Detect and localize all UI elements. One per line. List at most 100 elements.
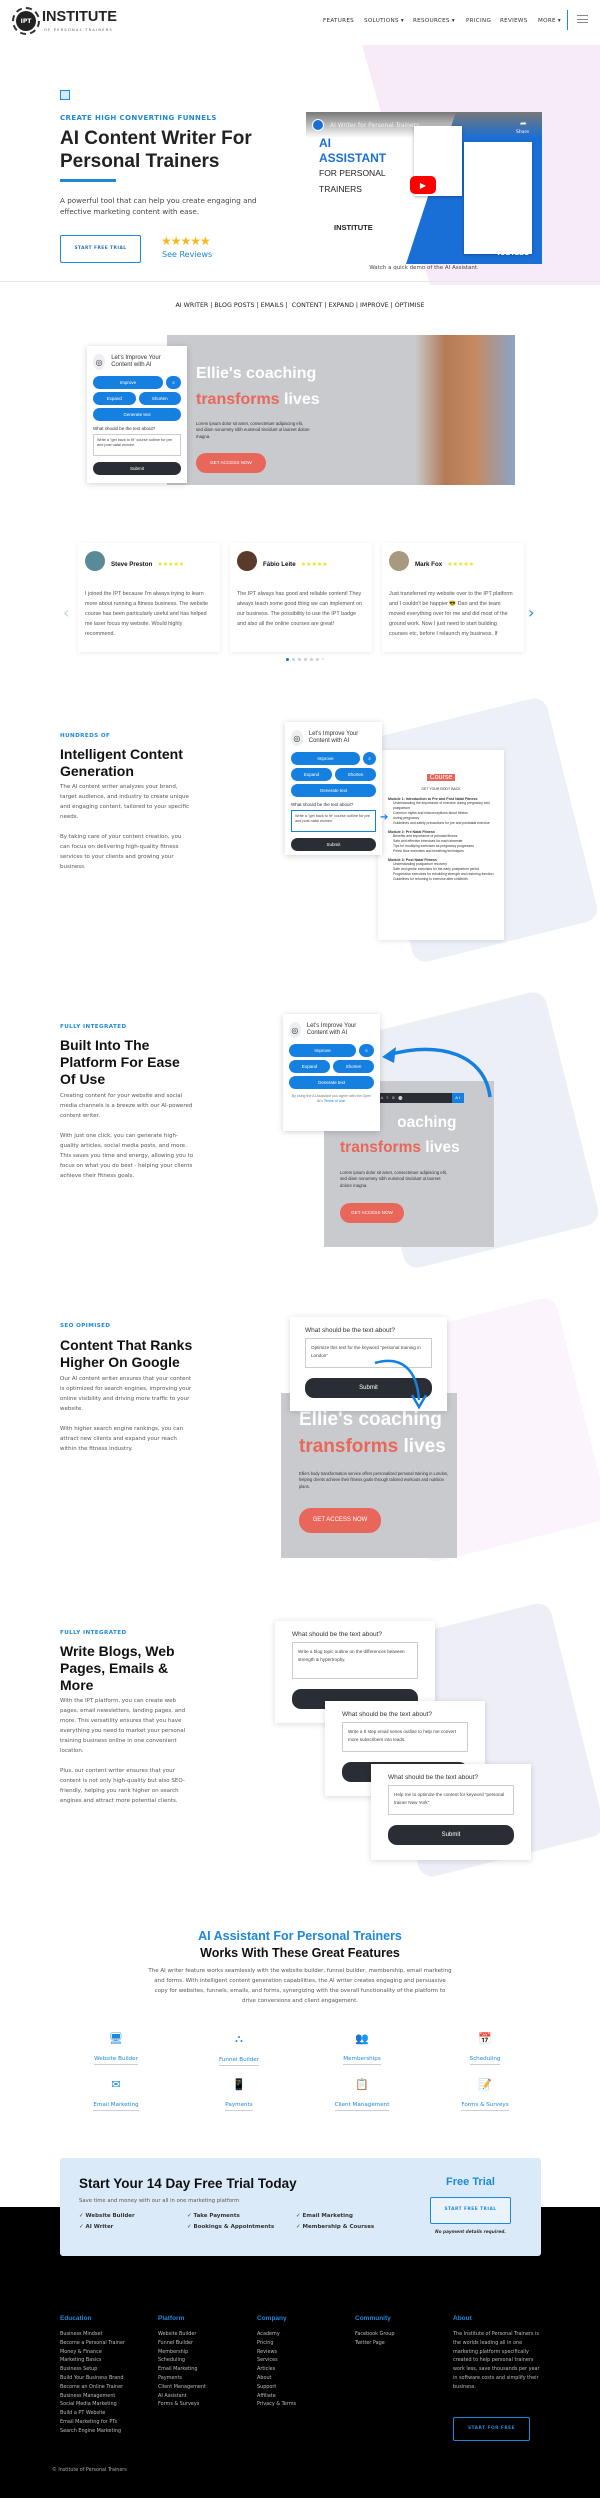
feature-link[interactable]: 👥 Memberships [312, 2032, 412, 2065]
cta-start-free-trial-button[interactable]: START FREE TRIAL [430, 2197, 511, 2224]
feature-link[interactable]: 📋 Client Management [312, 2078, 412, 2111]
cta-box: Start Your 14 Day Free Trial Today Save … [60, 2158, 541, 2256]
features-title-blue: AI Assistant For Personal Trainers [198, 1929, 402, 1943]
footer-link[interactable]: Support [257, 2383, 296, 2392]
footer-link[interactable]: Marketing Basics [60, 2356, 125, 2365]
feature-label: Scheduling [469, 2056, 501, 2065]
expand-button[interactable]: Expand [289, 1060, 330, 1073]
list-icon[interactable]: ≡ [359, 1044, 374, 1057]
prompt-input[interactable]: Write a "get back to fit" course outline… [291, 810, 376, 832]
see-reviews-link[interactable]: See Reviews [162, 250, 212, 259]
expand-button[interactable]: Expand [93, 392, 136, 405]
feature-link[interactable]: ⛬ Funnel Builder [189, 2032, 289, 2066]
footer-link[interactable]: Social Media Marketing [60, 2400, 125, 2409]
generate-text-button[interactable]: Generate text [289, 1076, 374, 1089]
footer-link[interactable]: Email Marketing [158, 2365, 206, 2374]
shorten-button[interactable]: Shorten [138, 392, 181, 405]
improve-button[interactable]: Improve [291, 752, 360, 765]
expand-button[interactable]: Expand [291, 768, 332, 781]
feature-link[interactable]: 📝 Forms & Surveys [435, 2078, 535, 2111]
prompt-input[interactable]: Write a blog topic outline on the differ… [292, 1642, 418, 1679]
footer-link[interactable]: About [257, 2374, 296, 2383]
footer-link[interactable]: Funnel Builder [158, 2339, 206, 2348]
feature-link[interactable]: 📅 Scheduling [435, 2032, 535, 2065]
footer-link[interactable]: Academy [257, 2330, 296, 2339]
prompt-input[interactable]: Write a 5 step email series outline to h… [342, 1722, 468, 1752]
footer-link[interactable]: Become an Online Trainer [60, 2383, 125, 2392]
footer-link[interactable]: Email Marketing for PTs [60, 2418, 125, 2427]
video-for-personal: FOR PERSONAL [319, 168, 386, 178]
module-item: Pelvic floor exercises and breathing tec… [393, 849, 464, 853]
generate-text-button[interactable]: Generate text [93, 408, 181, 421]
footer-link[interactable]: Client Management [158, 2383, 206, 2392]
footer-link[interactable]: Privacy & Terms [257, 2400, 296, 2409]
footer-link[interactable]: AI Assistant [158, 2392, 206, 2401]
start-for-free-button[interactable]: START FOR FREE [453, 2417, 530, 2441]
footer-link[interactable]: Payments [158, 2374, 206, 2383]
cta-check: ✓ Email Marketing [296, 2213, 353, 2219]
footer-link[interactable]: Reviews [257, 2348, 296, 2357]
carousel-dots[interactable] [286, 658, 324, 661]
footer-link[interactable]: Pricing [257, 2339, 296, 2348]
generate-text-button[interactable]: Generate text [291, 784, 376, 797]
demo-landing-banner: Ellie's coaching transforms lives Lorem … [167, 335, 515, 485]
terms-link[interactable]: Terms of Use. [324, 1099, 346, 1103]
footer-link[interactable]: Business Setup [60, 2365, 125, 2374]
share-label: Share [516, 130, 529, 135]
footer-link[interactable]: Forms & Surveys [158, 2400, 206, 2409]
get-access-button[interactable]: GET ACCESS NOW [299, 1508, 381, 1533]
footer-link[interactable]: Membership [158, 2348, 206, 2357]
footer-link[interactable]: Services [257, 2356, 296, 2365]
banner-accent-word: transforms [340, 1139, 421, 1156]
footer-link[interactable]: Website Builder [158, 2330, 206, 2339]
hero-eyebrow: CREATE HIGH CONVERTING FUNNELS [60, 114, 217, 122]
footer-link[interactable]: Articles [257, 2365, 296, 2374]
footer-heading: Education [60, 2315, 92, 2322]
footer-link[interactable]: Scheduling [158, 2356, 206, 2365]
footer-link[interactable]: Business Management [60, 2392, 125, 2401]
list-icon[interactable]: ≡ [363, 752, 376, 765]
youtube-logo[interactable]: YouTube [496, 249, 529, 257]
play-button-icon[interactable]: ▶ [410, 176, 436, 194]
improve-button[interactable]: Improve [289, 1044, 356, 1057]
section-paragraph: Creating content for your website and so… [60, 1093, 193, 1119]
section-paragraph: With the IPT platform, you can create we… [60, 1698, 186, 1754]
start-free-trial-button[interactable]: START FREE TRIAL [60, 235, 141, 263]
course-subtitle: GET YOUR BODY BACK [421, 787, 461, 791]
carousel-next-arrow[interactable]: › [528, 603, 534, 622]
woman-photo [415, 335, 515, 485]
section-paragraph: With just one click, you can generate hi… [60, 1133, 194, 1179]
footer-link[interactable]: Build a PT Website [60, 2409, 125, 2418]
feature-link[interactable]: ✉ Email Marketing [66, 2078, 166, 2111]
prompt-input[interactable]: Help me to optimize the content for keyw… [388, 1785, 514, 1815]
submit-button[interactable]: Submit [291, 838, 376, 851]
submit-button[interactable]: Submit [93, 462, 181, 475]
footer-link[interactable]: Facebook Group [355, 2330, 394, 2339]
footer-link[interactable]: Money & Finance [60, 2348, 125, 2357]
channel-avatar [312, 119, 324, 131]
widget-title: Let's Improve Your Content with AI [308, 730, 359, 745]
shorten-button[interactable]: Shorten [335, 768, 376, 781]
demo-video[interactable]: AI Writer for Personal Trainers ➦ Share … [306, 112, 542, 264]
footer-link[interactable]: Twitter Page [355, 2339, 394, 2348]
improve-button[interactable]: Improve [93, 376, 163, 389]
feature-link[interactable]: 🖥 Website Builder [66, 2032, 166, 2065]
footer-link[interactable]: Affiliate [257, 2392, 296, 2401]
shorten-button[interactable]: Shorten [333, 1060, 374, 1073]
footer-link[interactable]: Search Engine Marketing [60, 2427, 125, 2436]
get-access-button[interactable]: GET ACCESS NOW [340, 1203, 404, 1223]
cta-check: ✓ Bookings & Appointments [187, 2224, 275, 2230]
footer-link[interactable]: Business Mindset [60, 2330, 125, 2339]
footer-link[interactable]: Become a Personal Trainer [60, 2339, 125, 2348]
footer-link[interactable]: Build Your Business Brand [60, 2374, 125, 2383]
prompt-input[interactable]: Write a "get back to fit" course outline… [93, 434, 181, 456]
get-access-button[interactable]: GET ACCESS NOW [196, 453, 266, 473]
carousel-prev-arrow[interactable]: ‹ [63, 603, 69, 622]
share-icon[interactable]: ➦ [520, 119, 527, 128]
hero-title: AI Content Writer For Personal Trainers [60, 127, 252, 173]
hero-underline [60, 179, 116, 182]
list-icon[interactable]: ≡ [166, 376, 181, 389]
review-text: I joined the IPT because I'm always tryi… [85, 591, 209, 637]
submit-button[interactable]: Submit [388, 1825, 514, 1845]
feature-link[interactable]: 📱 Payments [189, 2078, 289, 2111]
